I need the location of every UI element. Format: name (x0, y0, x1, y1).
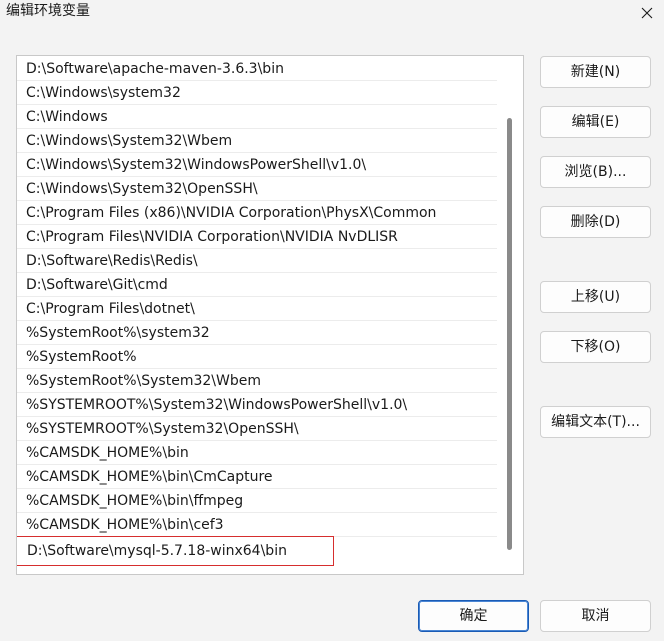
browse-button[interactable]: 浏览(B)... (540, 156, 651, 188)
list-item[interactable]: C:\Program Files\dotnet\ (17, 297, 497, 321)
list-item[interactable]: %SystemRoot% (17, 345, 497, 369)
cancel-button[interactable]: 取消 (540, 600, 651, 632)
ok-button[interactable]: 确定 (418, 600, 529, 632)
list-item[interactable]: %CAMSDK_HOME%\bin\cef3 (17, 513, 497, 537)
list-item[interactable]: %SystemRoot%\System32\Wbem (17, 369, 497, 393)
list-item[interactable]: C:\Windows\System32\OpenSSH\ (17, 177, 497, 201)
list-item[interactable]: C:\Windows\system32 (17, 81, 497, 105)
move-down-button[interactable]: 下移(O) (540, 331, 651, 363)
list-item[interactable]: C:\Windows\System32\Wbem (17, 129, 497, 153)
list-item[interactable]: C:\Windows\System32\WindowsPowerShell\v1… (17, 153, 497, 177)
list-item[interactable]: %CAMSDK_HOME%\bin\ffmpeg (17, 489, 497, 513)
list-item-highlighted[interactable]: D:\Software\mysql-5.7.18-winx64\bin (17, 536, 334, 566)
delete-button[interactable]: 删除(D) (540, 206, 651, 238)
list-item[interactable]: C:\Program Files (x86)\NVIDIA Corporatio… (17, 201, 497, 225)
title-bar: 编辑环境变量 (0, 0, 664, 30)
list-item[interactable]: C:\Windows (17, 105, 497, 129)
window-title: 编辑环境变量 (6, 3, 90, 19)
list-item[interactable]: D:\Software\Redis\Redis\ (17, 249, 497, 273)
list-item[interactable]: %SystemRoot%\system32 (17, 321, 497, 345)
edit-button[interactable]: 编辑(E) (540, 106, 651, 138)
list-item[interactable]: %SYSTEMROOT%\System32\WindowsPowerShell\… (17, 393, 497, 417)
list-item[interactable]: D:\Software\apache-maven-3.6.3\bin (17, 57, 497, 81)
list-item[interactable]: %SYSTEMROOT%\System32\OpenSSH\ (17, 417, 497, 441)
new-button[interactable]: 新建(N) (540, 56, 651, 88)
move-up-button[interactable]: 上移(U) (540, 281, 651, 313)
list-item[interactable]: D:\Software\Git\cmd (17, 273, 497, 297)
close-button[interactable] (630, 0, 664, 26)
vertical-scrollbar[interactable] (507, 118, 512, 550)
edit-text-button[interactable]: 编辑文本(T)... (540, 406, 651, 438)
list-item[interactable]: C:\Program Files\NVIDIA Corporation\NVID… (17, 225, 497, 249)
list-item[interactable]: %CAMSDK_HOME%\bin\CmCapture (17, 465, 497, 489)
close-icon (641, 7, 653, 19)
list-item[interactable]: %CAMSDK_HOME%\bin (17, 441, 497, 465)
path-list[interactable]: D:\Software\apache-maven-3.6.3\bin C:\Wi… (16, 55, 524, 575)
